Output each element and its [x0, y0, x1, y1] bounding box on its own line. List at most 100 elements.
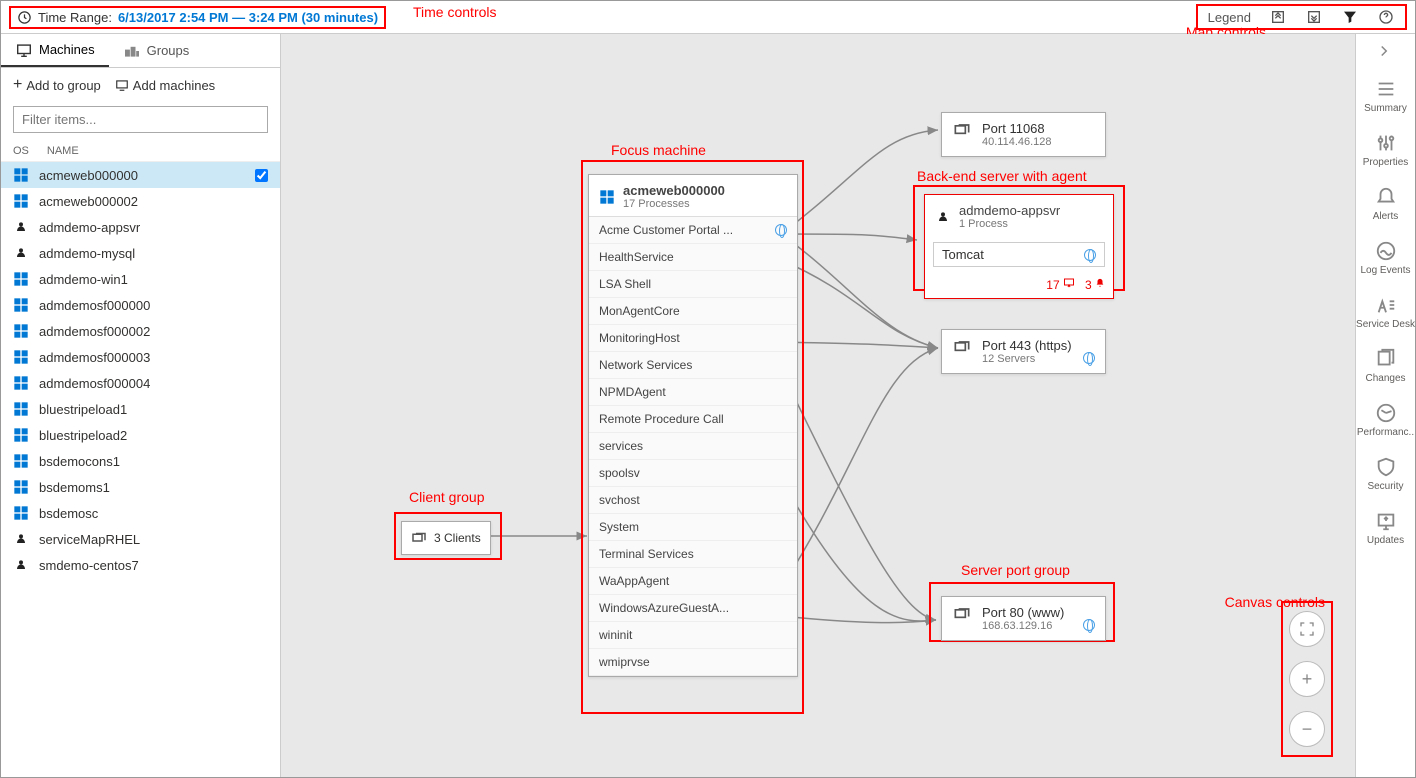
tab-groups[interactable]: Groups	[109, 34, 204, 67]
legend-label[interactable]: Legend	[1208, 10, 1251, 25]
process-row[interactable]: NPMDAgent	[589, 379, 797, 406]
process-row[interactable]: MonAgentCore	[589, 298, 797, 325]
machine-item[interactable]: admdemo-win1	[1, 266, 280, 292]
machine-item[interactable]: bsdemoms1	[1, 474, 280, 500]
map-controls: Legend	[1196, 4, 1407, 30]
machine-item[interactable]: bsdemocons1	[1, 448, 280, 474]
machine-name: bluestripeload1	[39, 402, 127, 417]
machine-name: bsdemocons1	[39, 454, 120, 469]
zoom-in-button[interactable]: +	[1289, 661, 1325, 697]
machine-item[interactable]: smdemo-centos7	[1, 552, 280, 578]
focus-machine-node[interactable]: acmeweb000000 17 Processes Acme Customer…	[588, 174, 798, 677]
process-row[interactable]: MonitoringHost	[589, 325, 797, 352]
machine-item[interactable]: admdemosf000003	[1, 344, 280, 370]
map-canvas[interactable]: Focus machine acmeweb000000 17 Processes…	[281, 34, 1355, 777]
machine-item[interactable]: admdemosf000002	[1, 318, 280, 344]
process-list: Acme Customer Portal ...HealthServiceLSA…	[589, 216, 797, 676]
machine-name: admdemosf000000	[39, 298, 150, 313]
machine-name: serviceMapRHEL	[39, 532, 140, 547]
expand-all-icon[interactable]	[1305, 8, 1323, 26]
agent-node-title: admdemo-appsvr	[959, 203, 1060, 218]
tab-machines[interactable]: Machines	[1, 34, 109, 67]
process-row[interactable]: Acme Customer Portal ...	[589, 217, 797, 244]
process-row[interactable]: WindowsAzureGuestA...	[589, 595, 797, 622]
fit-to-screen-button[interactable]	[1289, 611, 1325, 647]
client-group-node[interactable]: 3 Clients	[401, 521, 491, 555]
machine-item[interactable]: admdemosf000004	[1, 370, 280, 396]
process-row[interactable]: Remote Procedure Call	[589, 406, 797, 433]
rail-item-changes[interactable]: Changes	[1356, 348, 1415, 384]
machine-checkbox[interactable]	[255, 169, 268, 182]
add-to-group-button[interactable]: +Add to group	[13, 76, 101, 94]
process-row[interactable]: WaAppAgent	[589, 568, 797, 595]
time-range-value: 6/13/2017 2:54 PM — 3:24 PM (30 minutes)	[118, 10, 378, 25]
process-row[interactable]: System	[589, 514, 797, 541]
machine-name: admdemosf000004	[39, 376, 150, 391]
process-row[interactable]: spoolsv	[589, 460, 797, 487]
time-range-control[interactable]: Time Range: 6/13/2017 2:54 PM — 3:24 PM …	[9, 6, 386, 29]
right-rail: Summary Properties Alerts Log Events Service…	[1355, 34, 1415, 777]
machine-name: bluestripeload2	[39, 428, 127, 443]
sidebar-tabs: Machines Groups	[1, 34, 280, 68]
rail-item-updates[interactable]: Updates	[1356, 510, 1415, 546]
machine-item[interactable]: admdemo-appsvr	[1, 214, 280, 240]
callout-client-group: Client group	[409, 489, 485, 505]
connections-layer	[281, 34, 1355, 777]
sidebar-actions: +Add to group Add machines	[1, 68, 280, 102]
machine-item[interactable]: bluestripeload1	[1, 396, 280, 422]
process-row[interactable]: LSA Shell	[589, 271, 797, 298]
machine-item[interactable]: serviceMapRHEL	[1, 526, 280, 552]
process-row[interactable]: Network Services	[589, 352, 797, 379]
zoom-out-button[interactable]: −	[1289, 711, 1325, 747]
sidebar: Machines Groups +Add to group Add machin…	[1, 34, 281, 777]
process-row[interactable]: wininit	[589, 622, 797, 649]
rail-item-summary[interactable]: Summary	[1356, 78, 1415, 114]
agent-server-node[interactable]: admdemo-appsvr 1 Process Tomcat 17 3	[924, 194, 1114, 299]
callout-focus-machine: Focus machine	[611, 142, 706, 158]
process-row[interactable]: HealthService	[589, 244, 797, 271]
agent-process-tomcat[interactable]: Tomcat	[933, 242, 1105, 267]
rail-item-performanc-[interactable]: Performanc..	[1356, 402, 1415, 438]
port-node-443[interactable]: Port 443 (https)12 Servers	[941, 329, 1106, 374]
rail-item-alerts[interactable]: Alerts	[1356, 186, 1415, 222]
rail-item-service-desk[interactable]: Service Desk	[1356, 294, 1415, 330]
list-header: OS NAME	[1, 141, 280, 162]
rail-item-properties[interactable]: Properties	[1356, 132, 1415, 168]
process-row[interactable]: Terminal Services	[589, 541, 797, 568]
tab-groups-label: Groups	[147, 43, 190, 58]
machine-name: bsdemosc	[39, 506, 98, 521]
process-row[interactable]: wmiprvse	[589, 649, 797, 676]
callout-port-group: Server port group	[961, 562, 1070, 578]
globe-icon	[775, 224, 787, 236]
machine-item[interactable]: acmeweb000002	[1, 188, 280, 214]
machine-item[interactable]: admdemo-mysql	[1, 240, 280, 266]
port-node-11068[interactable]: Port 1106840.114.46.128	[941, 112, 1106, 157]
topbar: Time Range: 6/13/2017 2:54 PM — 3:24 PM …	[1, 1, 1415, 34]
process-row[interactable]: services	[589, 433, 797, 460]
machine-item[interactable]: bluestripeload2	[1, 422, 280, 448]
machine-item[interactable]: admdemosf000000	[1, 292, 280, 318]
filter-input[interactable]	[13, 106, 268, 133]
machine-name: admdemo-mysql	[39, 246, 135, 261]
time-range-label: Time Range:	[38, 10, 112, 25]
focus-node-title: acmeweb000000	[623, 183, 725, 198]
process-row[interactable]: svchost	[589, 487, 797, 514]
agent-footer: 17 3	[925, 275, 1113, 298]
collapse-rail-button[interactable]	[1375, 42, 1397, 64]
agent-node-sub: 1 Process	[959, 218, 1060, 230]
help-icon[interactable]	[1377, 8, 1395, 26]
filter-icon[interactable]	[1341, 8, 1359, 26]
focus-node-subtitle: 17 Processes	[623, 198, 725, 210]
globe-icon	[1083, 352, 1095, 364]
col-name: NAME	[47, 145, 79, 157]
collapse-all-icon[interactable]	[1269, 8, 1287, 26]
machine-name: acmeweb000000	[39, 168, 138, 183]
machine-name: acmeweb000002	[39, 194, 138, 209]
rail-item-log-events[interactable]: Log Events	[1356, 240, 1415, 276]
add-machines-button[interactable]: Add machines	[115, 76, 215, 94]
machine-item[interactable]: bsdemosc	[1, 500, 280, 526]
machine-item[interactable]: acmeweb000000	[1, 162, 280, 188]
port-node-80[interactable]: Port 80 (www)168.63.129.16	[941, 596, 1106, 641]
rail-item-security[interactable]: Security	[1356, 456, 1415, 492]
client-group-label: 3 Clients	[434, 531, 481, 545]
